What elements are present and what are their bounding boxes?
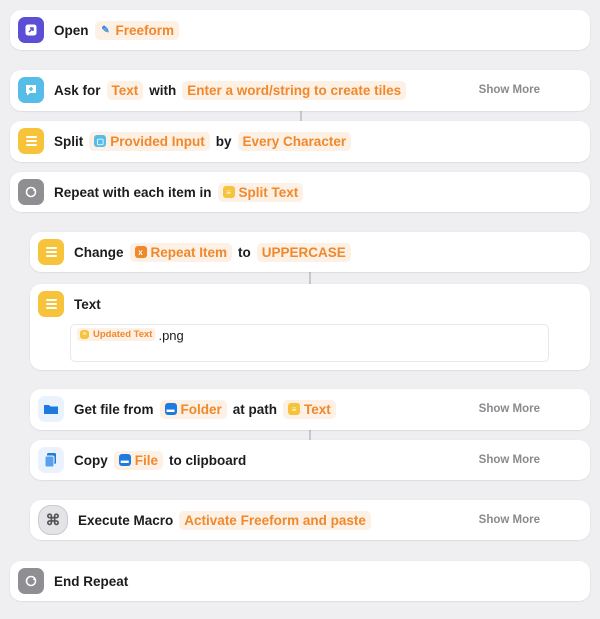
action-change-case[interactable]: Change x Repeat Item to UPPERCASE [30, 232, 590, 272]
action-label: Repeat with each item in [54, 184, 212, 200]
repeat-icon [18, 568, 44, 594]
separator-token[interactable]: Every Character [237, 131, 352, 151]
variable-token[interactable]: ≡ Updated Text [77, 328, 156, 341]
action-label: Change [74, 244, 124, 260]
path-token[interactable]: ≡ Text [283, 399, 336, 419]
show-more-button[interactable]: Show More [479, 500, 540, 540]
file-token[interactable]: ▬ File [113, 450, 164, 470]
copy-file-icon [38, 447, 64, 473]
macro-icon: ⌘ [38, 505, 68, 535]
action-label: Ask for [54, 82, 101, 98]
show-more-button[interactable]: Show More [479, 70, 540, 110]
folder-icon [38, 396, 64, 422]
text-suffix: .png [158, 328, 184, 343]
prompt-token[interactable]: Enter a word/string to create tiles [182, 80, 407, 100]
action-label: Open [54, 22, 89, 38]
action-execute-macro[interactable]: ⌘ Execute Macro Activate Freeform and pa… [30, 500, 590, 540]
connector [309, 272, 311, 284]
text-lines-icon: ≡ [288, 403, 301, 415]
input-token[interactable]: ▢ Provided Input [89, 131, 210, 151]
action-label: End Repeat [54, 573, 129, 589]
open-app-icon [18, 17, 44, 43]
action-label: Execute Macro [78, 512, 174, 528]
at-path-label: at path [232, 401, 278, 417]
case-token[interactable]: UPPERCASE [256, 242, 351, 262]
item-token[interactable]: x Repeat Item [129, 242, 233, 262]
connector [300, 111, 302, 121]
show-more-button[interactable]: Show More [479, 389, 540, 429]
ask-input-icon [18, 77, 44, 103]
connector [309, 430, 311, 440]
action-text[interactable]: Text ≡ Updated Text .png [30, 284, 590, 370]
to-label: to [238, 244, 251, 260]
with-label: with [149, 82, 177, 98]
text-lines-icon: ≡ [80, 330, 89, 339]
show-more-button[interactable]: Show More [479, 440, 540, 480]
repeat-icon [18, 179, 44, 205]
macro-token[interactable]: Activate Freeform and paste [179, 510, 371, 530]
text-lines-icon: ≡ [222, 186, 235, 198]
action-copy[interactable]: Copy ▬ File to clipboard Show More [30, 440, 590, 480]
action-label: Text [74, 296, 101, 312]
app-token[interactable]: ✎ Freeform [94, 20, 180, 40]
action-get-file[interactable]: Get file from ▬ Folder at path ≡ Text Sh… [30, 389, 590, 430]
folder-icon: ▬ [118, 454, 131, 466]
text-field[interactable]: ≡ Updated Text .png [70, 324, 549, 362]
action-split[interactable]: Split ▢ Provided Input by Every Characte… [10, 121, 590, 162]
text-lines-icon [18, 128, 44, 154]
freeform-icon: ✎ [101, 24, 110, 36]
by-label: by [215, 133, 232, 149]
action-ask-for[interactable]: Ask for Text with Enter a word/string to… [10, 70, 590, 111]
folder-token[interactable]: ▬ Folder [159, 399, 227, 419]
input-type-token[interactable]: Text [106, 80, 144, 100]
text-lines-icon [38, 239, 64, 265]
source-token[interactable]: ≡ Split Text [217, 182, 304, 202]
ask-input-icon: ▢ [94, 135, 107, 147]
folder-icon: ▬ [164, 403, 177, 415]
action-label: Split [54, 133, 84, 149]
action-label: Get file from [74, 401, 154, 417]
action-open[interactable]: Open ✎ Freeform [10, 10, 590, 50]
action-end-repeat[interactable]: End Repeat [10, 561, 590, 601]
action-label: Copy [74, 452, 108, 468]
action-repeat[interactable]: Repeat with each item in ≡ Split Text [10, 172, 590, 212]
text-lines-icon [38, 291, 64, 317]
to-clipboard-label: to clipboard [169, 452, 247, 468]
variable-icon: x [134, 246, 147, 258]
